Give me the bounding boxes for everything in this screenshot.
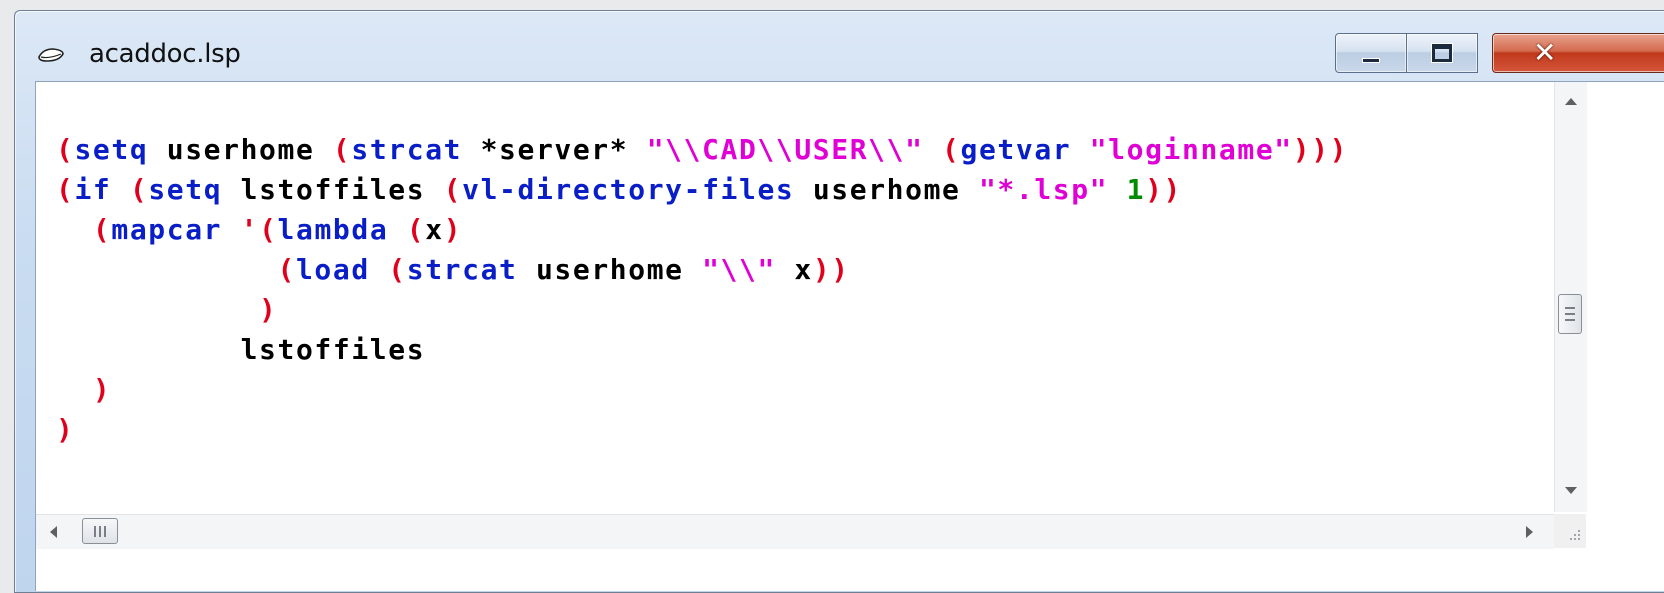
horizontal-scroll-thumb[interactable] [82,518,118,544]
string-token: "loginname" [1089,133,1293,166]
code-line: ) [56,293,278,326]
identifier-token [388,213,406,246]
identifier-token: x [425,213,444,246]
paren-token: )) [812,253,850,286]
paren-token: ))) [1292,133,1349,166]
lisp-file-icon [38,48,64,62]
identifier-token: userhome [148,133,333,166]
identifier-token: x [775,253,813,286]
identifier-token [56,213,93,246]
thumb-grip-line [99,526,101,537]
identifier-token: userhome [517,253,703,286]
keyword-token: vl-directory-files [462,173,795,206]
code-line: lstoffiles [56,333,425,366]
identifier-token [56,253,278,286]
grip-dot [1578,530,1580,532]
paren-token: ( [92,213,112,246]
number-token: 1 [1126,173,1146,206]
identifier-token [370,253,388,286]
scroll-right-arrow[interactable] [1526,526,1533,538]
identifier-token [56,373,93,406]
keyword-token: mapcar [111,213,223,246]
code-line: (mapcar '(lambda (x) [56,213,462,246]
code-text[interactable]: (setq userhome (strcat *server* "\\CAD\\… [56,130,1348,450]
paren-token: ( [406,213,426,246]
paren-token: ) [56,413,75,446]
keyword-token: lambda [277,213,389,246]
identifier-token [1071,133,1089,166]
code-line: ) [56,413,74,446]
code-line: (load (strcat userhome "\\" x)) [56,253,850,286]
keyword-token: strcat [351,133,463,166]
vertical-scrollbar[interactable] [1554,82,1587,512]
identifier-token: lstoffiles [222,173,444,206]
string-token: "\\CAD\\USER\\" [646,133,924,166]
editor-client-area: (setq userhome (strcat *server* "\\CAD\\… [35,81,1664,591]
identifier-token: userhome [794,173,979,206]
keyword-token: setq [148,173,223,206]
paren-token: ( [129,173,149,206]
identifier-token [111,173,129,206]
identifier-token: lstoffiles [56,333,426,366]
thumb-grip-line [1565,319,1575,321]
editor-window: acaddoc.lsp ✕ (setq userhome (strcat *se… [14,10,1664,593]
identifier-token [1108,173,1126,206]
paren-token: )) [1145,173,1183,206]
paren-token: ) [443,213,463,246]
close-icon: ✕ [1533,36,1557,69]
paren-token: ( [332,133,352,166]
identifier-token: *server* [462,133,647,166]
string-token: "*.lsp" [978,173,1109,206]
minimize-button[interactable] [1335,33,1407,73]
grip-dot [1574,534,1576,536]
window-title: acaddoc.lsp [89,39,241,69]
identifier-token [222,213,240,246]
thumb-grip-line [1565,307,1575,309]
code-editor[interactable]: (setq userhome (strcat *server* "\\CAD\\… [36,82,1551,512]
thumb-grip-line [94,526,96,537]
string-token: "\\" [702,253,776,286]
grip-dot [1574,538,1576,540]
code-line: (if (setq lstoffiles (vl-directory-files… [56,173,1182,206]
code-line: (setq userhome (strcat *server* "\\CAD\\… [56,133,1348,166]
scroll-up-arrow[interactable] [1565,98,1577,105]
paren-token: ( [942,133,961,166]
paren-token: ) [259,293,278,326]
keyword-token: setq [74,133,149,166]
grip-dot [1578,538,1580,540]
code-line: ) [56,373,111,406]
title-bar[interactable]: acaddoc.lsp ✕ [15,11,1664,81]
paren-token: ) [92,373,112,406]
maximize-button[interactable] [1406,33,1478,73]
horizontal-scrollbar[interactable] [36,514,1554,549]
paren-token: ( [56,133,75,166]
paren-token: '( [240,213,278,246]
keyword-token: load [295,253,370,286]
thumb-grip-line [104,526,106,537]
vertical-scroll-thumb[interactable] [1558,294,1582,334]
resize-grip[interactable] [1554,514,1586,548]
identifier-token [56,293,259,326]
grip-dot [1570,538,1572,540]
grip-dot [1578,534,1580,536]
scroll-down-arrow[interactable] [1565,487,1577,494]
thumb-grip-line [1565,313,1575,315]
maximize-icon [1431,43,1453,63]
close-button[interactable]: ✕ [1492,33,1664,73]
scroll-left-arrow[interactable] [50,526,57,538]
paren-token: ( [443,173,463,206]
paren-token: ( [277,253,296,286]
identifier-token [924,133,942,166]
keyword-token: strcat [406,253,518,286]
paren-token: ( [56,173,75,206]
minimize-icon [1362,58,1380,63]
paren-token: ( [388,253,407,286]
keyword-token: if [74,173,112,206]
keyword-token: getvar [960,133,1072,166]
